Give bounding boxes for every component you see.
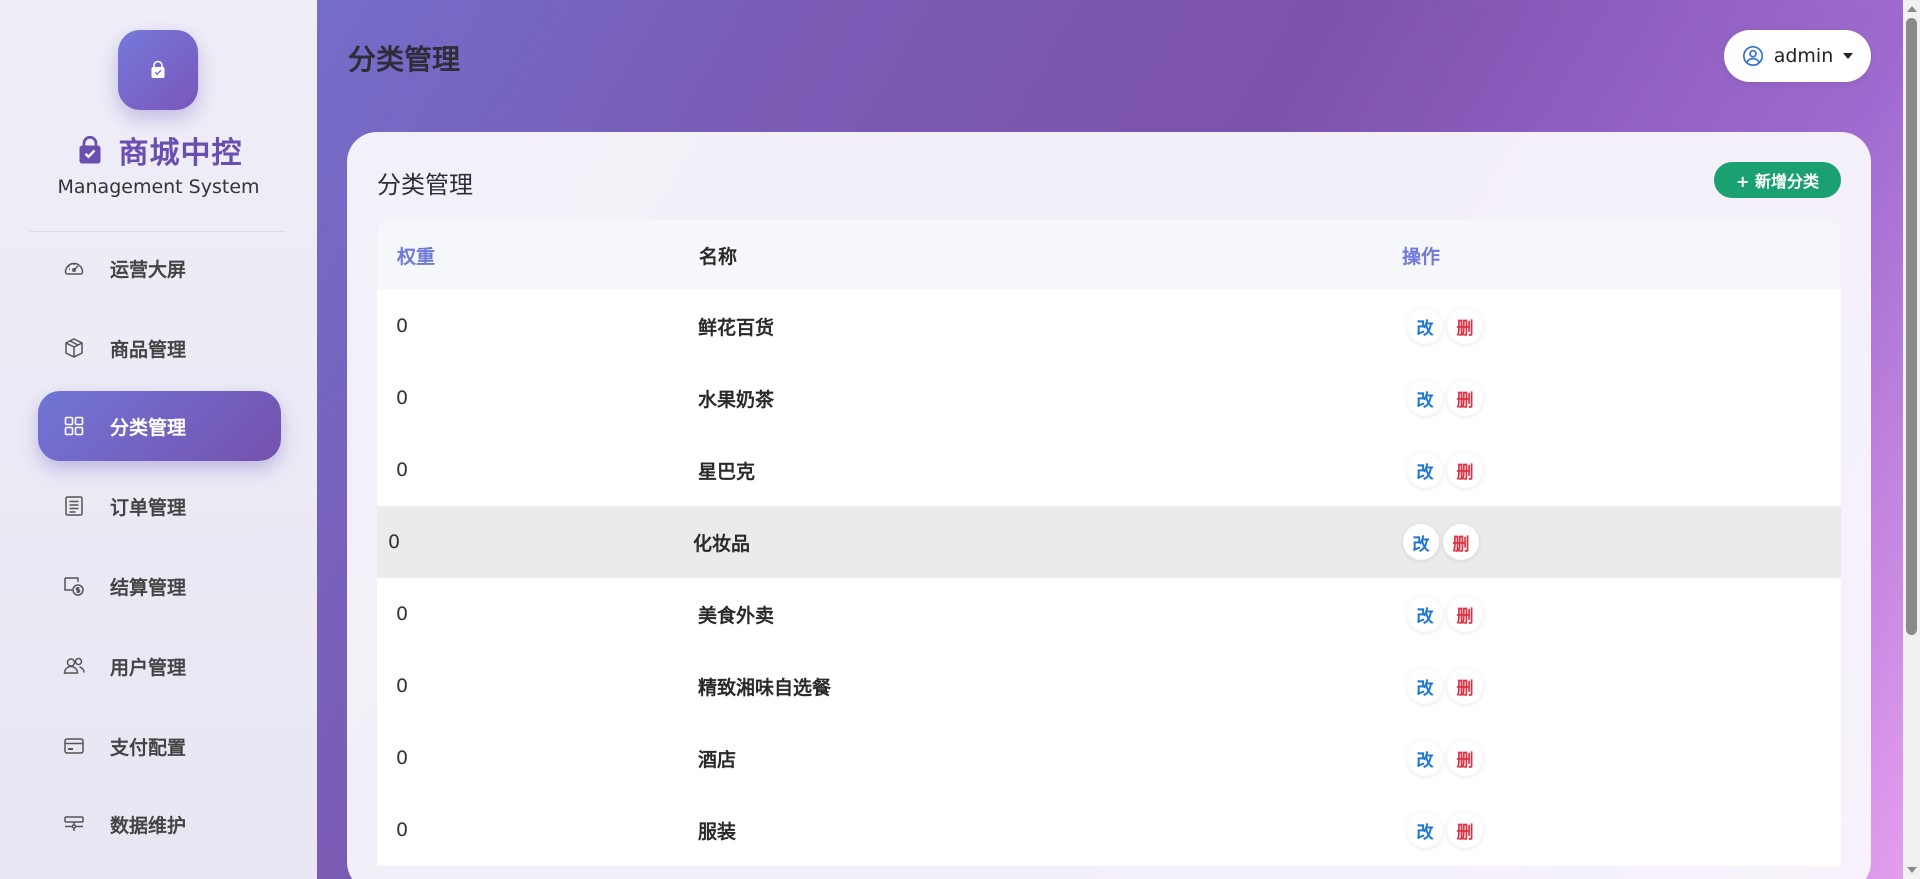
dashboard-icon xyxy=(64,262,84,275)
sidebar-item-data[interactable]: 数据维护 xyxy=(38,789,281,859)
edit-button[interactable]: 改 xyxy=(1407,380,1443,416)
users-icon xyxy=(63,657,85,674)
cell-actions: 改 删 xyxy=(1401,812,1841,848)
sidebar-item-orders[interactable]: 订单管理 xyxy=(38,471,281,541)
sidebar-item-label: 用户管理 xyxy=(110,656,187,679)
add-category-button[interactable]: + 新增分类 xyxy=(1714,162,1841,198)
table-row: 0 服装 改 删 xyxy=(377,794,1841,866)
delete-button[interactable]: 删 xyxy=(1447,812,1483,848)
cell-name: 水果奶茶 xyxy=(698,388,775,411)
box-icon xyxy=(65,338,83,358)
delete-button[interactable]: 删 xyxy=(1447,740,1483,776)
card-icon xyxy=(64,738,84,754)
edit-button[interactable]: 改 xyxy=(1407,668,1443,704)
cell-name: 酒店 xyxy=(698,748,737,771)
cell-weight: 0 xyxy=(396,675,409,697)
delete-button[interactable]: 删 xyxy=(1447,668,1483,704)
cell-name: 化妆品 xyxy=(693,532,751,555)
cell-name: 鲜花百货 xyxy=(698,316,775,339)
settlement-icon xyxy=(64,577,84,596)
sidebar-item-label: 运营大屏 xyxy=(110,258,187,281)
cell-name: 精致湘味自选餐 xyxy=(698,676,832,699)
divider xyxy=(30,231,285,232)
list-icon xyxy=(65,496,83,516)
data-icon xyxy=(64,816,84,831)
table-row: 0 酒店 改 删 xyxy=(377,722,1841,794)
delete-button[interactable]: 删 xyxy=(1447,308,1483,344)
column-header-weight: 权重 xyxy=(397,245,436,268)
table-row: 0 星巴克 改 删 xyxy=(377,434,1841,506)
cell-actions: 改 删 xyxy=(1401,740,1841,776)
cell-weight: 0 xyxy=(396,603,409,625)
edit-button[interactable]: 改 xyxy=(1407,308,1443,344)
sidebar-item-label: 订单管理 xyxy=(110,496,187,519)
delete-button[interactable]: 删 xyxy=(1447,596,1483,632)
delete-button[interactable]: 删 xyxy=(1447,380,1483,416)
category-table: 权重 名称 操作 0 鲜花百货 改 删 0 水果奶茶 改 删 0 星巴克 改 删… xyxy=(377,220,1841,866)
shopping-bag-icon xyxy=(151,60,165,78)
user-menu-button[interactable]: admin xyxy=(1724,30,1871,82)
sidebar-item-products[interactable]: 商品管理 xyxy=(38,313,281,383)
sidebar-item-settlement[interactable]: 结算管理 xyxy=(38,551,281,621)
user-name: admin xyxy=(1773,45,1834,67)
cell-actions: 改 删 xyxy=(1397,524,1841,560)
cell-name: 服装 xyxy=(698,820,737,843)
scrollbar-thumb[interactable] xyxy=(1906,18,1917,635)
column-header-actions: 操作 xyxy=(1402,245,1441,268)
sidebar-item-dashboard[interactable]: 运营大屏 xyxy=(38,233,281,303)
cell-weight: 0 xyxy=(396,459,409,481)
cell-actions: 改 删 xyxy=(1401,596,1841,632)
cell-weight: 0 xyxy=(396,387,409,409)
table-row: 0 美食外卖 改 删 xyxy=(377,578,1841,650)
cell-actions: 改 删 xyxy=(1401,308,1841,344)
sidebar-item-categories[interactable]: 分类管理 xyxy=(38,391,281,461)
logo xyxy=(118,30,198,110)
caret-down-icon xyxy=(1843,53,1854,59)
delete-button[interactable]: 删 xyxy=(1443,524,1479,560)
cell-weight: 0 xyxy=(388,531,401,553)
sidebar-item-label: 支付配置 xyxy=(110,736,187,759)
cell-name: 星巴克 xyxy=(698,460,756,483)
user-circle-icon xyxy=(1742,46,1763,66)
cell-weight: 0 xyxy=(396,819,409,841)
brand-title: 商城中控 xyxy=(118,136,243,171)
edit-button[interactable]: 改 xyxy=(1407,596,1443,632)
table-header: 权重 名称 操作 xyxy=(377,220,1841,290)
scroll-down-arrow-icon[interactable] xyxy=(1907,867,1917,873)
sidebar-item-label: 数据维护 xyxy=(110,814,187,837)
scroll-up-arrow-icon[interactable] xyxy=(1907,6,1917,12)
cell-actions: 改 删 xyxy=(1401,380,1841,416)
brand: 商城中控 xyxy=(0,128,317,172)
content-card: 分类管理 + 新增分类 权重 名称 操作 0 鲜花百货 改 删 0 水果奶茶 改… xyxy=(347,132,1871,879)
delete-button[interactable]: 删 xyxy=(1447,452,1483,488)
card-title: 分类管理 xyxy=(377,171,473,199)
page-title: 分类管理 xyxy=(348,43,461,76)
edit-button[interactable]: 改 xyxy=(1407,452,1443,488)
sidebar-item-label: 商品管理 xyxy=(110,338,187,361)
cell-weight: 0 xyxy=(396,747,409,769)
cell-actions: 改 删 xyxy=(1401,452,1841,488)
column-header-name: 名称 xyxy=(699,245,738,268)
grid-icon xyxy=(64,416,84,436)
table-row: 0 鲜花百货 改 删 xyxy=(377,290,1841,362)
table-row: 0 精致湘味自选餐 改 删 xyxy=(377,650,1841,722)
sidebar-item-payment[interactable]: 支付配置 xyxy=(38,711,281,781)
table-row: 0 水果奶茶 改 删 xyxy=(377,362,1841,434)
table-row: 0 化妆品 改 删 xyxy=(377,506,1841,578)
edit-button[interactable]: 改 xyxy=(1403,524,1439,560)
cell-weight: 0 xyxy=(396,315,409,337)
sidebar-item-label: 分类管理 xyxy=(110,416,187,439)
edit-button[interactable]: 改 xyxy=(1407,740,1443,776)
cell-actions: 改 删 xyxy=(1401,668,1841,704)
shopping-bag-icon xyxy=(79,135,100,164)
page-scrollbar[interactable] xyxy=(1903,0,1920,879)
sidebar: 商城中控 Management System 运营大屏 商品管理 分类管理 订单… xyxy=(0,0,317,879)
cell-name: 美食外卖 xyxy=(698,604,775,627)
brand-subtitle: Management System xyxy=(57,176,260,198)
sidebar-item-label: 结算管理 xyxy=(110,576,187,599)
sidebar-item-users[interactable]: 用户管理 xyxy=(38,631,281,701)
edit-button[interactable]: 改 xyxy=(1407,812,1443,848)
